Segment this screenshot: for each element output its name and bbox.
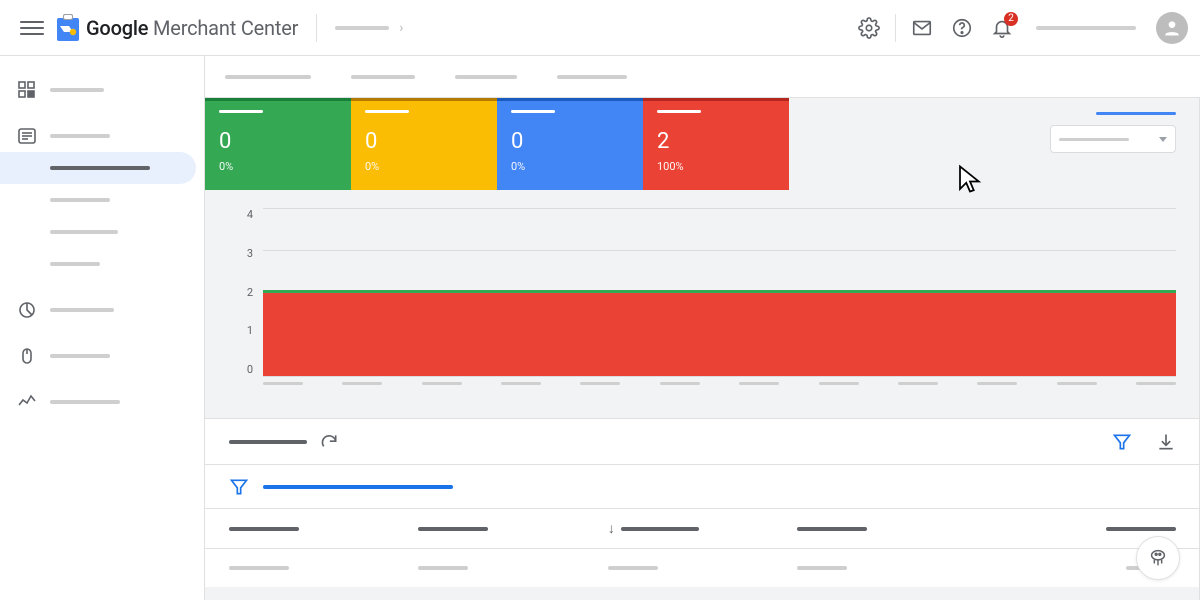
sidebar-item-growth[interactable] (0, 340, 196, 372)
sidebar-item-all-products[interactable] (0, 216, 196, 248)
tabs (205, 56, 1200, 98)
sort-desc-icon: ↓ (608, 520, 615, 537)
breadcrumb[interactable]: › (335, 20, 403, 36)
destination-dropdown[interactable] (1050, 125, 1176, 153)
chart-y-axis: 4 3 2 1 0 (229, 208, 253, 376)
card-value: 0 (365, 129, 483, 154)
filter-icon[interactable] (229, 477, 249, 497)
download-icon[interactable] (1156, 432, 1176, 452)
card-value: 2 (657, 129, 775, 154)
sidebar-item-label (50, 354, 110, 358)
sidebar-item-label (50, 230, 118, 234)
account-label-placeholder[interactable] (1036, 26, 1136, 30)
sidebar-item-label (50, 308, 114, 312)
status-card-expiring[interactable]: 0 0% (497, 98, 643, 190)
sidebar (0, 56, 205, 600)
chart-x-axis (263, 382, 1176, 394)
chevron-down-icon (1159, 137, 1167, 142)
logo-text: Google Merchant Center (86, 16, 298, 40)
merchant-center-clip-icon (56, 14, 80, 42)
destination-selector (1050, 112, 1176, 153)
sidebar-item-marketing[interactable] (0, 294, 196, 326)
settings-gear-icon[interactable] (849, 8, 889, 48)
notifications-bell-icon[interactable]: 2 (982, 8, 1022, 48)
card-percent: 0% (365, 160, 483, 173)
status-chart: 4 3 2 1 0 (229, 208, 1176, 394)
sidebar-item-label (50, 198, 110, 202)
notification-badge: 2 (1004, 12, 1018, 26)
card-value: 0 (511, 129, 629, 154)
help-icon[interactable] (942, 8, 982, 48)
sidebar-item-products[interactable] (0, 120, 196, 152)
issues-title (229, 440, 307, 444)
status-card-active[interactable]: 0 0% (205, 98, 351, 190)
issues-toolbar (205, 419, 1200, 465)
col-percentage[interactable] (987, 527, 1176, 531)
table-row[interactable] (205, 549, 1200, 587)
sidebar-item-label (50, 88, 104, 92)
card-percent: 0% (219, 160, 337, 173)
tab-4[interactable] (557, 57, 627, 97)
sidebar-item-label (50, 134, 110, 138)
divider (895, 14, 896, 42)
table-header: ↓ (205, 509, 1200, 549)
hamburger-menu-icon[interactable] (20, 16, 44, 40)
status-card-disapproved[interactable]: 2 100% (643, 98, 789, 190)
sidebar-item-label (50, 262, 100, 266)
filter-bar (205, 465, 1200, 509)
destination-link[interactable] (1096, 112, 1176, 115)
card-percent: 100% (657, 160, 775, 173)
logo[interactable]: Google Merchant Center (56, 14, 298, 42)
card-percent: 0% (511, 160, 629, 173)
sidebar-item-overview[interactable] (0, 74, 196, 106)
issues-panel: ↓ (205, 418, 1200, 587)
chart-green-series (263, 290, 1176, 293)
col-issue[interactable] (229, 527, 418, 531)
sidebar-item-performance[interactable] (0, 386, 196, 418)
col-affected[interactable]: ↓ (608, 520, 797, 537)
avatar[interactable] (1156, 12, 1188, 44)
divider (316, 14, 317, 42)
content-area: 0 0% 0 0% 0 0% 2 100% (205, 98, 1200, 600)
sidebar-item-feeds[interactable] (0, 184, 196, 216)
col-trend[interactable] (797, 527, 986, 531)
chart-plot[interactable] (263, 208, 1176, 376)
sidebar-item-price[interactable] (0, 248, 196, 280)
card-value: 0 (219, 129, 337, 154)
topbar: Google Merchant Center › 2 (0, 0, 1200, 56)
sidebar-item-label (50, 166, 150, 170)
main: 0 0% 0 0% 0 0% 2 100% (205, 56, 1200, 600)
spark-icon (18, 393, 36, 411)
pie-icon (18, 301, 36, 319)
sidebar-item-diagnostics[interactable] (0, 152, 196, 184)
tab-3[interactable] (455, 57, 517, 97)
dashboard-icon (18, 81, 36, 99)
list-icon (18, 127, 36, 145)
chevron-right-icon: › (399, 20, 403, 36)
add-filter-link[interactable] (263, 485, 453, 489)
chart-red-series (263, 292, 1176, 376)
breadcrumb-segment[interactable] (335, 26, 389, 30)
filter-icon[interactable] (1112, 432, 1132, 452)
mouse-icon (18, 347, 36, 365)
col-region[interactable] (418, 527, 607, 531)
feedback-button[interactable] (1136, 536, 1180, 580)
sidebar-item-label (50, 400, 120, 404)
tab-1[interactable] (225, 57, 311, 97)
status-card-pending[interactable]: 0 0% (351, 98, 497, 190)
tab-2[interactable] (351, 57, 415, 97)
mail-icon[interactable] (902, 8, 942, 48)
refresh-icon[interactable] (319, 432, 339, 452)
